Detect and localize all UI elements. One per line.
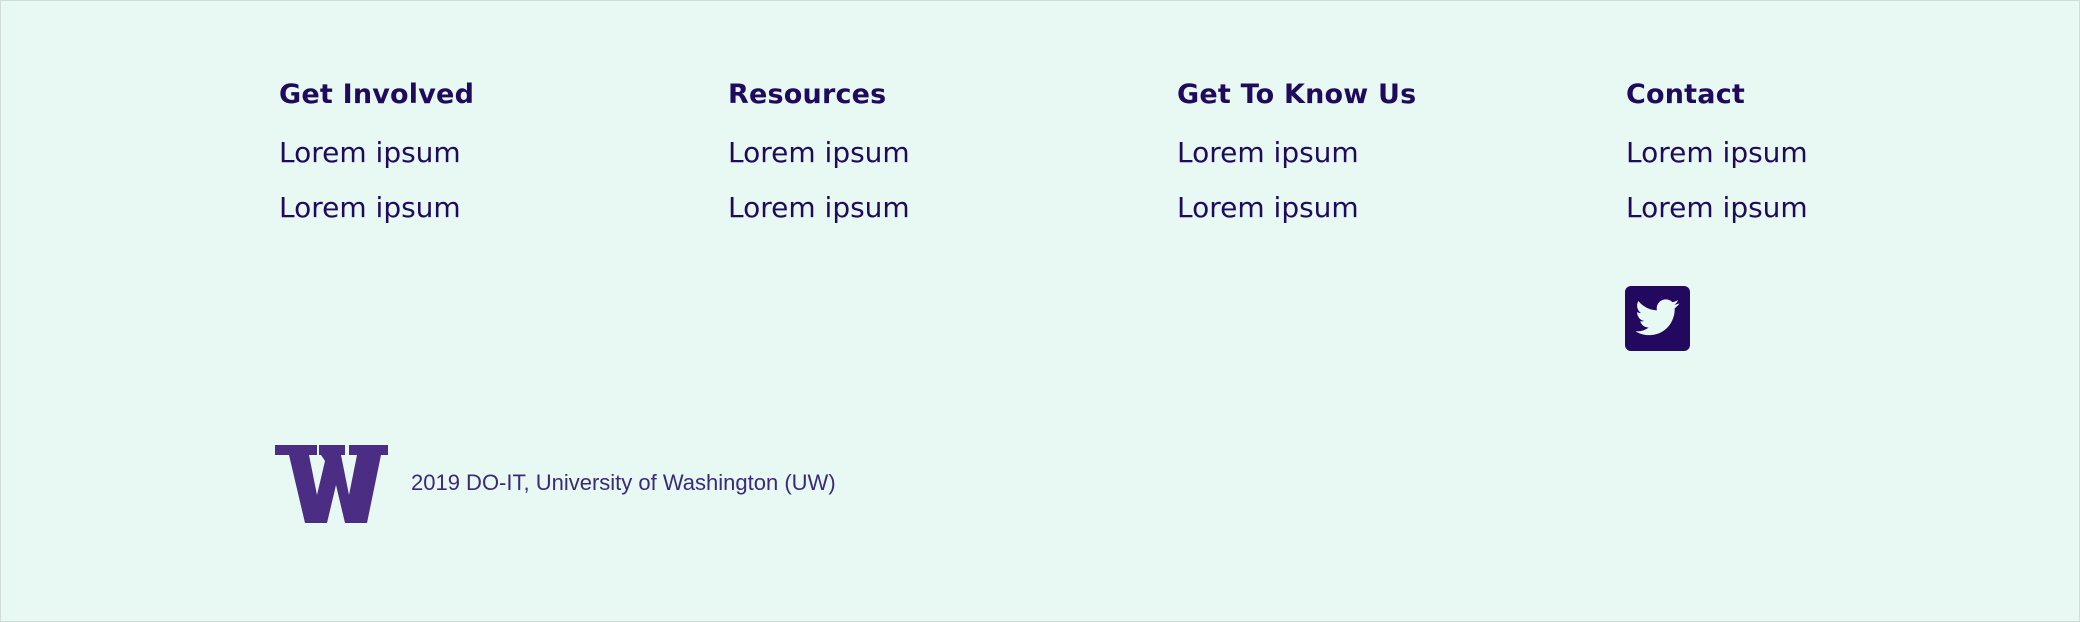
site-footer: Get Involved Lorem ipsum Lorem ipsum Res… — [1, 1, 2080, 622]
column-heading: Get Involved — [279, 79, 475, 110]
footer-link[interactable]: Lorem ipsum — [1626, 135, 2046, 171]
footer-link[interactable]: Lorem ipsum — [279, 190, 699, 226]
footer-column-get-to-know-us: Get To Know Us Lorem ipsum Lorem ipsum — [1177, 77, 1597, 245]
copyright-text: 2019 DO-IT, University of Washington (UW… — [411, 470, 836, 495]
column-heading: Get To Know Us — [1177, 79, 1417, 110]
twitter-button[interactable] — [1625, 286, 1690, 351]
footer-link[interactable]: Lorem ipsum — [728, 135, 1148, 171]
footer-column-resources: Resources Lorem ipsum Lorem ipsum — [728, 77, 1148, 245]
footer-link[interactable]: Lorem ipsum — [1626, 190, 2046, 226]
footer-link[interactable]: Lorem ipsum — [1177, 135, 1597, 171]
column-heading: Resources — [728, 79, 887, 110]
footer-link[interactable]: Lorem ipsum — [279, 135, 699, 171]
footer-column-contact: Contact Lorem ipsum Lorem ipsum — [1626, 77, 2046, 245]
uw-w-logo — [275, 445, 388, 523]
footer-link[interactable]: Lorem ipsum — [728, 190, 1148, 226]
footer-link[interactable]: Lorem ipsum — [1177, 190, 1597, 226]
column-heading: Contact — [1626, 79, 1746, 110]
footer-column-get-involved: Get Involved Lorem ipsum Lorem ipsum — [279, 77, 699, 245]
twitter-icon — [1634, 295, 1680, 343]
